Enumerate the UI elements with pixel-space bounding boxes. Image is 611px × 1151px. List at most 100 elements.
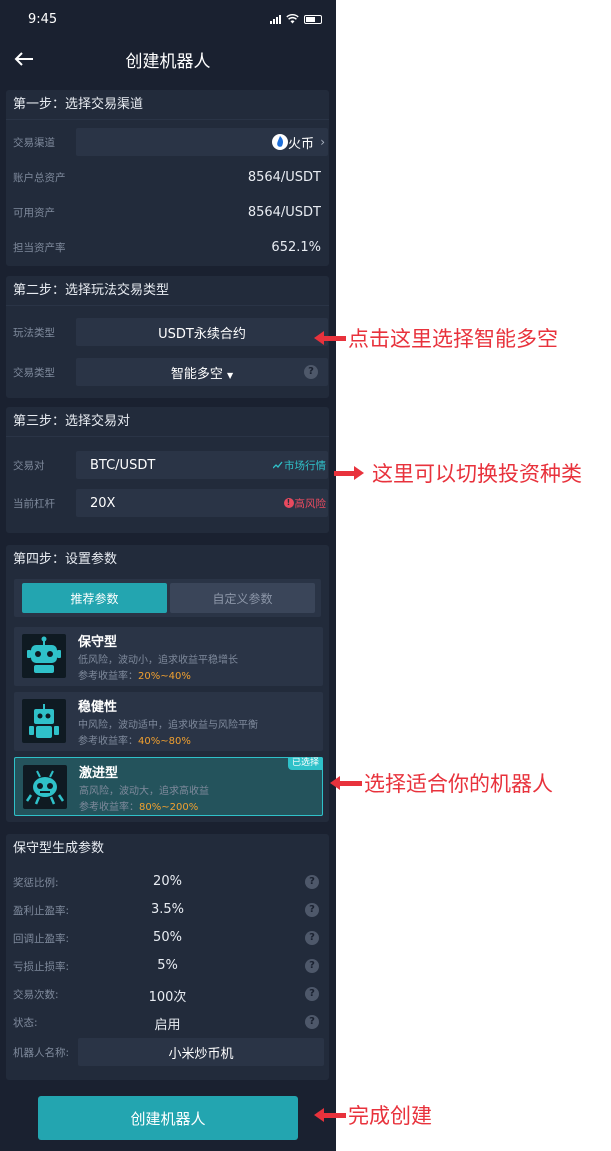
alert-icon: ! xyxy=(283,498,294,508)
wifi-icon xyxy=(286,14,299,24)
bot-yield: 参考收益率：40%~80% xyxy=(78,732,191,747)
signal-icon xyxy=(270,14,281,24)
yield-label: 参考收益率： xyxy=(79,802,139,813)
market-link[interactable]: 市场行情 xyxy=(273,458,326,473)
chart-icon xyxy=(273,461,283,469)
market-link-label: 市场行情 xyxy=(284,459,326,472)
step4-title: 第四步：设置参数 xyxy=(13,552,118,567)
trade-type-select[interactable]: 智能多空 ▼ ? xyxy=(76,358,328,386)
param-value: 启用 xyxy=(154,1018,181,1033)
annotation-text: 完成创建 xyxy=(348,1104,432,1128)
bot-name: 激进型 xyxy=(79,766,119,781)
arrow-left-icon xyxy=(314,1108,346,1122)
param-tabs: 推荐参数 自定义参数 xyxy=(14,579,321,617)
total-assets-row: 账户总资产 8564/USDT xyxy=(6,163,329,191)
pair-row: 交易对 BTC/USDT 市场行情 xyxy=(6,451,329,479)
annotation-text: 点击这里选择智能多空 xyxy=(348,327,558,351)
bot-desc: 高风险，波动大，追求高收益 xyxy=(79,786,209,797)
play-type-label: 玩法类型 xyxy=(13,326,55,339)
help-icon[interactable]: ? xyxy=(305,959,319,973)
yield-range: 20%~40% xyxy=(138,671,191,682)
params-card: 保守型生成参数 奖惩比例: 20% ? 盈利止盈率: 3.5% ? 回调止盈率:… xyxy=(6,834,329,1080)
robot-icon xyxy=(22,634,66,678)
help-icon[interactable]: ? xyxy=(305,1015,319,1029)
robot-name-input[interactable]: 小米炒币机 xyxy=(78,1038,324,1066)
tab-custom[interactable]: 自定义参数 xyxy=(170,583,315,613)
bot-desc: 低风险，波动小，追求收益平稳增长 xyxy=(78,655,238,666)
help-icon[interactable]: ? xyxy=(305,987,319,1001)
yield-range: 40%~80% xyxy=(138,736,191,747)
annotation-choose-robot: 选择适合你的机器人 xyxy=(330,768,553,798)
trade-type-value: 智能多空 xyxy=(170,366,223,382)
leverage-select[interactable]: 20X ! 高风险 xyxy=(76,489,328,517)
nav-bar: 创建机器人 xyxy=(0,38,336,80)
bot-yield: 参考收益率：80%~200% xyxy=(79,798,198,813)
collateral-label: 担当资产率 xyxy=(13,241,66,254)
back-arrow-icon[interactable] xyxy=(12,47,36,71)
param-value: 5% xyxy=(157,958,178,973)
channel-select[interactable]: 火币 › xyxy=(76,128,328,156)
annotation-switch-pair: 这里可以切换投资种类 xyxy=(334,458,582,488)
param-row-callback: 回调止盈率: 50% ? xyxy=(6,924,329,952)
bot-name: 稳健性 xyxy=(78,700,118,715)
page-title: 创建机器人 xyxy=(125,51,211,72)
bot-balanced[interactable]: 稳健性 中风险，波动适中，追求收益与风险平衡 参考收益率：40%~80% xyxy=(14,692,323,751)
arrow-right-icon xyxy=(334,466,364,480)
create-robot-button[interactable]: 创建机器人 xyxy=(38,1096,298,1140)
available-value: 8564/USDT xyxy=(247,204,321,220)
leverage-value: 20X xyxy=(90,495,116,511)
leverage-label: 当前杠杆 xyxy=(13,497,55,510)
robot-icon xyxy=(23,765,67,809)
bot-yield: 参考收益率：20%~40% xyxy=(78,667,191,682)
play-type-row: 玩法类型 USDT永续合约 xyxy=(6,318,329,346)
param-row-reward: 奖惩比例: 20% ? xyxy=(6,868,329,896)
collateral-row: 担当资产率 652.1% xyxy=(6,233,329,261)
pair-label: 交易对 xyxy=(13,459,45,472)
pair-select[interactable]: BTC/USDT 市场行情 xyxy=(76,451,328,479)
help-icon[interactable]: ? xyxy=(305,931,319,945)
robot-name-row: 机器人名称: 小米炒币机 xyxy=(6,1038,329,1066)
help-icon[interactable]: ? xyxy=(305,903,319,917)
step3-card: 第三步：选择交易对 交易对 BTC/USDT 市场行情 当前杠杆 20X ! 高… xyxy=(6,407,329,533)
yield-label: 参考收益率： xyxy=(78,736,138,747)
param-row-status: 状态: 启用 ? xyxy=(6,1008,329,1036)
bot-conservative[interactable]: 保守型 低风险，波动小，追求收益平稳增长 参考收益率：20%~40% xyxy=(14,627,323,686)
trade-type-row: 交易类型 智能多空 ▼ ? xyxy=(6,358,329,386)
tab-recommended[interactable]: 推荐参数 xyxy=(22,583,167,613)
play-type-select[interactable]: USDT永续合约 xyxy=(76,318,328,346)
channel-value: 火币 xyxy=(287,136,314,152)
chevron-right-icon: › xyxy=(320,135,325,149)
param-value: 3.5% xyxy=(150,902,185,917)
channel-row: 交易渠道 火币 › xyxy=(6,128,329,156)
risk-label: 高风险 xyxy=(294,497,327,510)
annotation-text: 这里可以切换投资种类 xyxy=(372,462,582,486)
param-row-stop-loss: 亏损止损率: 5% ? xyxy=(6,952,329,980)
param-value: 50% xyxy=(153,930,182,945)
yield-label: 参考收益率： xyxy=(78,671,138,682)
step1-title: 第一步：选择交易渠道 xyxy=(6,90,329,120)
bot-aggressive[interactable]: 激进型 高风险，波动大，追求高收益 参考收益率：80%~200% 已选择 xyxy=(14,757,323,816)
collateral-value: 652.1% xyxy=(271,239,321,255)
arrow-left-icon xyxy=(330,776,362,790)
robot-icon xyxy=(22,699,66,743)
param-row-trade-count: 交易次数: 100次 ? xyxy=(6,980,329,1008)
param-value: 20% xyxy=(153,874,182,889)
selected-badge: 已选择 xyxy=(287,757,323,770)
step2-title: 第二步：选择玩法交易类型 xyxy=(6,276,329,306)
phone-screen: 9:45 创建机器人 第一步：选择交易渠道 交易渠道 火币 › 账户总资产 85… xyxy=(0,0,336,1151)
risk-badge: ! 高风险 xyxy=(283,496,327,511)
pair-value: BTC/USDT xyxy=(90,457,156,473)
params-title: 保守型生成参数 xyxy=(13,841,105,856)
battery-icon xyxy=(304,14,322,24)
robot-name-label: 机器人名称: xyxy=(13,1047,70,1059)
param-row-take-profit: 盈利止盈率: 3.5% ? xyxy=(6,896,329,924)
leverage-row: 当前杠杆 20X ! 高风险 xyxy=(6,489,329,517)
huobi-logo-icon xyxy=(272,134,288,150)
trade-type-label: 交易类型 xyxy=(13,366,55,379)
play-type-value: USDT永续合约 xyxy=(158,326,246,342)
help-icon[interactable]: ? xyxy=(305,875,319,889)
arrow-left-icon xyxy=(314,331,346,345)
help-icon[interactable]: ? xyxy=(304,365,318,379)
available-label: 可用资产 xyxy=(13,206,55,219)
annotation-smart-long-short: 点击这里选择智能多空 xyxy=(314,323,558,353)
